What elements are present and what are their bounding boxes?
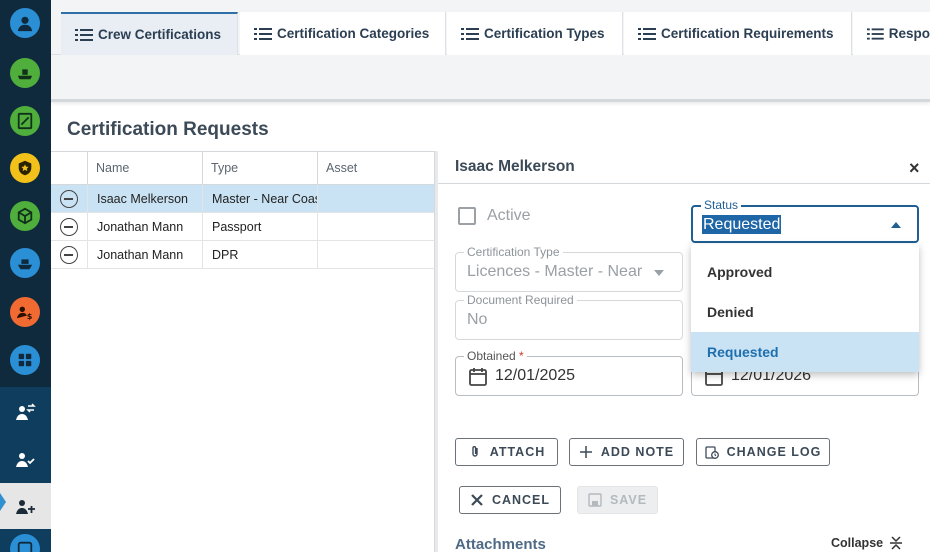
remove-row-icon[interactable]	[60, 190, 78, 208]
tab-label: Certification Types	[484, 26, 605, 41]
tab-label: Respo	[888, 26, 930, 41]
certification-type-select[interactable]: Certification Type Licences - Master - N…	[455, 245, 683, 292]
logbook-icon[interactable]	[10, 106, 40, 136]
active-label: Active	[487, 207, 531, 224]
detail-title: Isaac Melkerson	[455, 158, 575, 175]
chevron-up-icon	[891, 222, 901, 228]
close-icon	[471, 494, 483, 506]
tab-label: Certification Requirements	[661, 26, 834, 41]
module-tab-bar: Crew Certifications Certification Catego…	[51, 0, 930, 55]
tab-crew-certifications[interactable]: Crew Certifications	[61, 12, 238, 55]
remove-row-icon[interactable]	[60, 218, 78, 236]
attach-label: ATTACH	[489, 445, 546, 459]
chevron-down-icon	[654, 270, 664, 276]
obtained-value: 12/01/2025	[495, 367, 576, 384]
column-header-name[interactable]: Name	[87, 152, 202, 184]
save-label: SAVE	[609, 493, 648, 507]
save-icon	[588, 493, 602, 507]
table-row[interactable]: Isaac Melkerson Master - Near Coastal	[51, 185, 434, 213]
calendar-icon[interactable]	[469, 367, 487, 386]
status-option-requested[interactable]: Requested	[691, 332, 919, 372]
detail-panel: Isaac Melkerson × Active Certification T…	[438, 151, 930, 552]
table-row[interactable]: Jonathan Mann DPR	[51, 241, 434, 269]
grid-header: Name Type Asset	[51, 152, 434, 185]
attach-button[interactable]: ATTACH	[455, 438, 558, 466]
column-header-asset[interactable]: Asset	[317, 152, 434, 184]
ship-icon[interactable]	[10, 248, 40, 278]
document-required-label: Document Required	[464, 293, 577, 307]
obtained-label: Obtained *	[464, 349, 527, 363]
document-required-value: No	[467, 311, 488, 328]
plus-icon	[579, 446, 592, 458]
status-value: Requested	[702, 215, 782, 234]
add-note-label: ADD NOTE	[600, 445, 675, 459]
nav-active-marker	[0, 493, 6, 511]
cancel-button[interactable]: CANCEL	[459, 486, 561, 514]
cell-name: Jonathan Mann	[87, 241, 202, 269]
paperclip-icon	[472, 446, 478, 457]
cell-asset	[317, 213, 434, 241]
certification-requests-grid: Name Type Asset Isaac Melkerson Master -…	[51, 151, 434, 552]
status-option-approved[interactable]: Approved	[691, 252, 919, 292]
tab-certification-requirements[interactable]: Certification Requirements	[624, 12, 852, 55]
tab-responsibilities[interactable]: Respo	[853, 12, 930, 55]
document-required-field: Document Required No	[455, 293, 683, 340]
column-header-type[interactable]: Type	[202, 152, 317, 184]
add-note-button[interactable]: ADD NOTE	[569, 438, 684, 466]
obtained-date-field[interactable]: Obtained * 12/01/2025	[455, 349, 683, 396]
tab-certification-types[interactable]: Certification Types	[447, 12, 623, 55]
user-profile-icon[interactable]	[10, 8, 40, 38]
table-row[interactable]: Jonathan Mann Passport	[51, 213, 434, 241]
cell-asset	[317, 185, 434, 213]
cell-asset	[317, 241, 434, 269]
required-mark: *	[519, 349, 524, 363]
section-title: Certification Requests	[67, 119, 269, 140]
list-icon	[867, 27, 884, 40]
cell-type: Passport	[202, 213, 317, 241]
cell-type: Master - Near Coastal	[202, 185, 317, 213]
change-log-label: CHANGE LOG	[726, 445, 822, 459]
inventory-box-icon[interactable]	[10, 201, 40, 231]
list-icon	[75, 28, 93, 41]
history-icon	[704, 446, 719, 459]
status-label: Status	[701, 198, 742, 212]
collapse-label: Collapse	[831, 536, 884, 550]
tab-certification-categories[interactable]: Certification Categories	[240, 12, 446, 55]
status-dropdown-menu: Approved Denied Requested	[691, 244, 919, 372]
active-checkbox[interactable]	[458, 207, 476, 225]
status-select[interactable]: Status Requested	[691, 198, 919, 243]
change-log-button[interactable]: CHANGE LOG	[696, 438, 830, 466]
crew-transfer-icon[interactable]	[10, 398, 40, 428]
list-icon	[461, 27, 479, 40]
attachments-title: Attachments	[455, 536, 546, 552]
detail-header: Isaac Melkerson ×	[438, 151, 930, 184]
collapse-icon	[890, 536, 903, 550]
list-icon	[254, 27, 272, 40]
tab-label: Crew Certifications	[98, 27, 222, 42]
status-option-denied[interactable]: Denied	[691, 292, 919, 332]
tab-label: Certification Categories	[277, 26, 430, 41]
obtained-label-text: Obtained	[467, 349, 516, 363]
vessel-icon[interactable]	[10, 58, 40, 88]
remove-row-icon[interactable]	[60, 246, 78, 264]
close-icon[interactable]: ×	[909, 158, 920, 179]
safety-shield-icon[interactable]	[10, 153, 40, 183]
certification-type-label: Certification Type	[464, 245, 563, 259]
cell-name: Jonathan Mann	[87, 213, 202, 241]
crew-payroll-icon[interactable]: $	[10, 297, 40, 327]
certification-type-value: Licences - Master - Near	[467, 263, 642, 280]
cancel-label: CANCEL	[491, 493, 551, 507]
list-icon	[638, 27, 656, 40]
collapse-toggle[interactable]: Collapse	[831, 536, 903, 550]
nav-rail: $	[0, 0, 51, 552]
cell-type: DPR	[202, 241, 317, 269]
toolbar-area	[51, 55, 930, 102]
svg-text:$: $	[27, 311, 33, 321]
save-button[interactable]: SAVE	[577, 486, 658, 514]
crew-assignment-icon[interactable]	[10, 445, 40, 475]
cell-name: Isaac Melkerson	[87, 185, 202, 213]
dashboard-grid-icon[interactable]	[10, 345, 40, 375]
crew-certifications-icon[interactable]	[10, 492, 40, 522]
